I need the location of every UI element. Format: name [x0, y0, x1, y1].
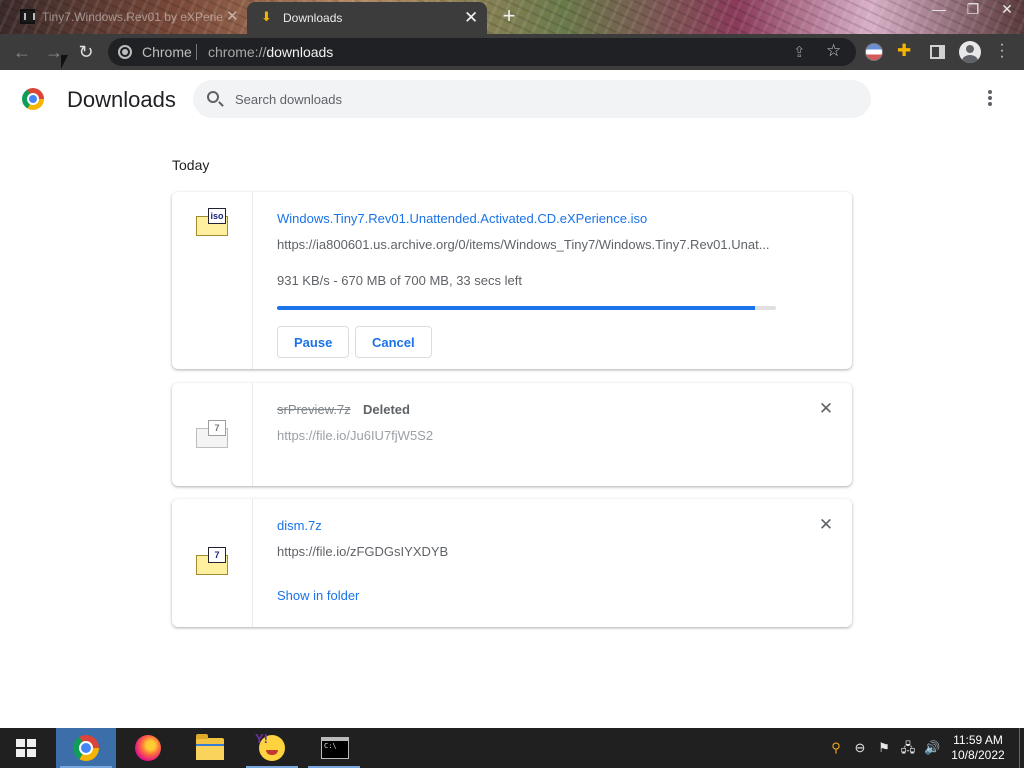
- tab-label: Tiny7.Windows.Rev01 by eXPerie: [42, 10, 223, 24]
- taskbar-yahoo-messenger[interactable]: [242, 728, 302, 768]
- firefox-icon: [135, 735, 161, 761]
- chrome-icon: [73, 735, 99, 761]
- chrome-site-icon: [118, 45, 132, 59]
- command-prompt-icon: [321, 737, 349, 759]
- card-icon-column: iso: [172, 192, 253, 369]
- taskbar-file-explorer[interactable]: [180, 728, 240, 768]
- source-url[interactable]: https://ia800601.us.archive.org/0/items/…: [277, 237, 777, 252]
- 7z-file-icon: 7: [196, 420, 229, 448]
- 7z-file-icon: 7: [196, 547, 229, 575]
- extensions-icon[interactable]: ✚: [897, 42, 915, 60]
- tab-close-icon[interactable]: ✕: [464, 9, 478, 26]
- side-panel-icon[interactable]: [930, 45, 945, 59]
- download-icon: ⬇: [261, 9, 272, 24]
- downloads-header: Downloads: [0, 70, 1024, 130]
- yahoo-messenger-icon: [255, 731, 285, 761]
- card-icon-column: 7: [172, 383, 253, 486]
- file-name-link[interactable]: Windows.Tiny7.Rev01.Unattended.Activated…: [277, 211, 647, 226]
- tab-strip: Tiny7.Windows.Rev01 by eXPerie ✕ ⬇ Downl…: [0, 0, 1024, 34]
- source-url[interactable]: https://file.io/zFGDGsIYXDYB: [277, 544, 777, 559]
- tab-close-icon[interactable]: ✕: [226, 9, 239, 24]
- profile-flag-icon[interactable]: [865, 43, 883, 61]
- back-button[interactable]: ←: [12, 42, 32, 62]
- download-card-deleted: 7 srPreview.7z Deleted https://file.io/J…: [172, 383, 852, 486]
- windows-taskbar: ⚲ ⊖ ⚑ 🖧 🔊 11:59 AM 10/8/2022: [0, 728, 1024, 768]
- windows-start-icon[interactable]: [16, 739, 36, 757]
- search-tray-icon[interactable]: ⚲: [828, 740, 844, 756]
- taskbar-chrome[interactable]: [56, 728, 116, 768]
- search-input[interactable]: [235, 89, 835, 109]
- source-url[interactable]: https://file.io/Ju6IU7fjW5S2: [277, 428, 433, 443]
- pause-button[interactable]: Pause: [277, 326, 350, 358]
- show-desktop-button[interactable]: [1019, 728, 1020, 768]
- chrome-logo-icon: [22, 88, 44, 110]
- tab-tiny7[interactable]: Tiny7.Windows.Rev01 by eXPerie ✕: [0, 0, 246, 34]
- site-label: Chrome: [142, 44, 192, 60]
- download-status-text: 931 KB/s - 670 MB of 700 MB, 33 secs lef…: [277, 273, 522, 288]
- cancel-button[interactable]: Cancel: [355, 326, 432, 358]
- progress-bar: [277, 306, 776, 310]
- tab-label: Downloads: [283, 11, 343, 25]
- volume-tray-icon[interactable]: 🔊: [924, 740, 940, 756]
- card-icon-column: 7: [172, 499, 253, 627]
- minimize-button[interactable]: —: [922, 0, 956, 20]
- window-controls: — ❐ ✕: [922, 0, 1024, 20]
- url-text[interactable]: chrome://downloads: [208, 44, 333, 60]
- download-card-active: iso Windows.Tiny7.Rev01.Unattended.Activ…: [172, 192, 852, 369]
- page-title: Downloads: [67, 87, 176, 112]
- archive-icon: [20, 9, 35, 24]
- more-actions-icon[interactable]: [984, 90, 996, 108]
- taskbar-firefox[interactable]: [118, 728, 178, 768]
- profile-avatar-icon[interactable]: [959, 41, 981, 63]
- reload-button[interactable]: ↻: [76, 42, 96, 62]
- bookmark-star-icon[interactable]: ☆: [826, 41, 841, 61]
- search-box[interactable]: [193, 80, 871, 118]
- share-icon[interactable]: ⇪: [793, 43, 806, 61]
- file-name: srPreview.7z: [277, 402, 351, 417]
- network-tray-icon[interactable]: 🖧: [900, 740, 916, 756]
- tab-downloads[interactable]: ⬇ Downloads ✕: [247, 2, 487, 34]
- download-card-complete: 7 dism.7z https://file.io/zFGDGsIYXDYB S…: [172, 499, 852, 627]
- progress-fill: [277, 306, 755, 310]
- mouse-cursor: [61, 55, 68, 69]
- file-name-link[interactable]: dism.7z: [277, 518, 322, 533]
- omnibox-divider: [196, 44, 197, 60]
- status-badge: Deleted: [363, 402, 410, 417]
- show-in-folder-link[interactable]: Show in folder: [277, 588, 359, 603]
- close-window-button[interactable]: ✕: [990, 0, 1024, 20]
- clock-date: 10/8/2022: [951, 748, 1005, 762]
- chrome-menu-icon[interactable]: · · ·: [995, 37, 1009, 65]
- folder-icon: [196, 734, 224, 760]
- new-tab-button[interactable]: +: [498, 5, 520, 27]
- flag-tray-icon[interactable]: ⚑: [876, 740, 892, 756]
- date-section-label: Today: [172, 157, 210, 173]
- address-bar[interactable]: Chrome chrome://downloads ⇪ ☆: [108, 38, 856, 66]
- system-clock[interactable]: 11:59 AM 10/8/2022: [944, 733, 1012, 763]
- remove-from-list-icon[interactable]: ✕: [818, 400, 834, 417]
- remove-from-list-icon[interactable]: ✕: [818, 516, 834, 533]
- clock-time: 11:59 AM: [953, 733, 1003, 747]
- taskbar-command-prompt[interactable]: [304, 728, 364, 768]
- iso-file-icon: iso: [196, 208, 229, 236]
- search-icon: [207, 91, 219, 103]
- maximize-button[interactable]: ❐: [956, 0, 990, 20]
- minus-circle-tray-icon[interactable]: ⊖: [852, 740, 868, 756]
